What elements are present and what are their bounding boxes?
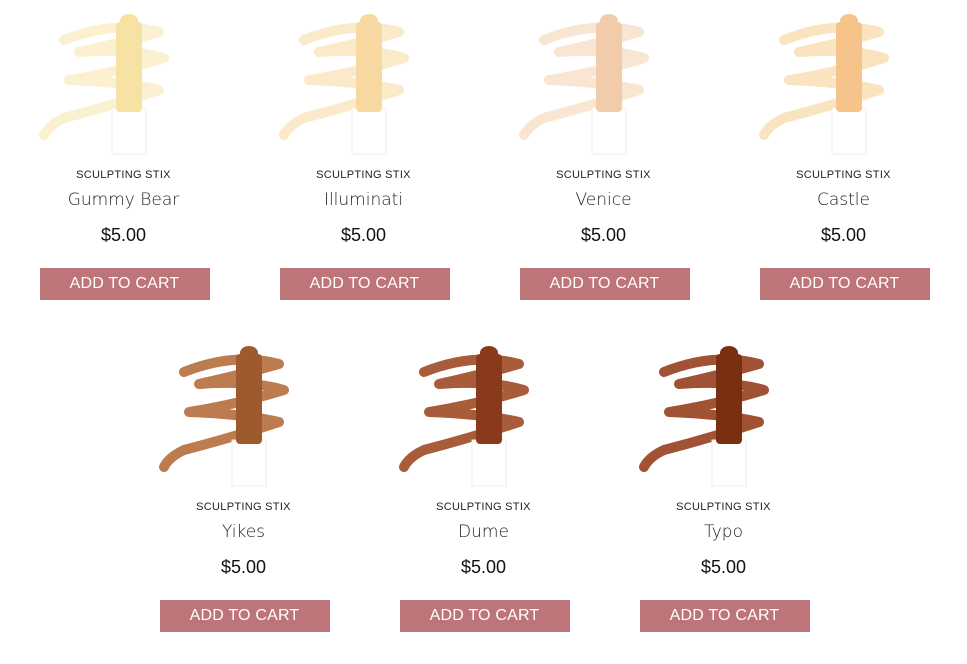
product-image[interactable] [624,332,824,492]
product-card: SCULPTING STIX Gummy Bear $5.00 ADD TO C… [4,0,244,332]
add-to-cart-button[interactable]: ADD TO CART [39,268,210,300]
product-price: $5.00 [220,557,267,577]
product-card: SCULPTING STIX Typo $5.00 ADD TO CART [604,332,844,664]
product-price: $5.00 [340,225,387,245]
add-to-cart-button[interactable]: ADD TO CART [639,600,810,632]
product-row-2: SCULPTING STIX Yikes $5.00 ADD TO CART S… [0,332,967,664]
product-image[interactable] [24,0,224,160]
add-to-cart-button[interactable]: ADD TO CART [519,268,690,300]
crayon-stick-icon [231,346,266,487]
product-brand: SCULPTING STIX [556,169,651,181]
product-brand: SCULPTING STIX [316,169,411,181]
product-image[interactable] [144,332,344,492]
product-name[interactable]: Yikes [124,522,364,542]
product-price: $5.00 [100,225,147,245]
product-card: SCULPTING STIX Venice $5.00 ADD TO CART [484,0,724,332]
crayon-stick-icon [351,14,386,155]
crayon-stick-icon [591,14,626,155]
product-name[interactable]: Typo [604,522,844,542]
product-row-1: SCULPTING STIX Gummy Bear $5.00 ADD TO C… [0,0,967,332]
crayon-stick-icon [831,14,866,155]
product-card: SCULPTING STIX Castle $5.00 ADD TO CART [724,0,964,332]
add-to-cart-button[interactable]: ADD TO CART [279,268,450,300]
product-image[interactable] [744,0,944,160]
product-price: $5.00 [580,225,627,245]
product-name[interactable]: Illuminati [244,190,484,210]
product-image[interactable] [264,0,464,160]
product-price: $5.00 [460,557,507,577]
product-brand: SCULPTING STIX [76,169,171,181]
product-image[interactable] [384,332,584,492]
product-brand: SCULPTING STIX [196,501,291,513]
product-price: $5.00 [700,557,747,577]
product-name[interactable]: Dume [364,522,604,542]
add-to-cart-button[interactable]: ADD TO CART [759,268,930,300]
product-brand: SCULPTING STIX [796,169,891,181]
product-card: SCULPTING STIX Illuminati $5.00 ADD TO C… [244,0,484,332]
product-name[interactable]: Castle [724,190,964,210]
crayon-stick-icon [471,346,506,487]
product-name[interactable]: Venice [484,190,724,210]
crayon-stick-icon [111,14,146,155]
product-brand: SCULPTING STIX [676,501,771,513]
add-to-cart-button[interactable]: ADD TO CART [159,600,330,632]
product-name[interactable]: Gummy Bear [4,190,244,210]
product-card: SCULPTING STIX Yikes $5.00 ADD TO CART [124,332,364,664]
product-price: $5.00 [820,225,867,245]
product-brand: SCULPTING STIX [436,501,531,513]
product-image[interactable] [504,0,704,160]
product-card: SCULPTING STIX Dume $5.00 ADD TO CART [364,332,604,664]
add-to-cart-button[interactable]: ADD TO CART [399,600,570,632]
crayon-stick-icon [711,346,746,487]
